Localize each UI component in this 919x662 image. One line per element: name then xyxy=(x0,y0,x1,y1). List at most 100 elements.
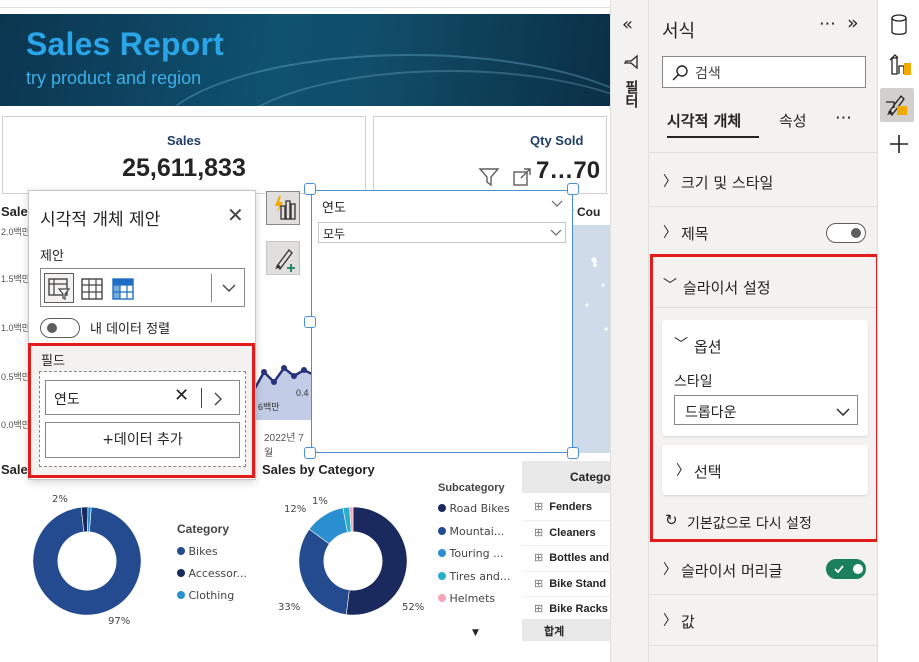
options-label[interactable]: 옵션 xyxy=(694,336,722,357)
format-visual-button[interactable] xyxy=(266,241,300,275)
map-area xyxy=(573,225,610,453)
suggest-label: 제안 xyxy=(40,249,64,264)
search-placeholder: 검색 xyxy=(695,66,721,82)
section-size-style[interactable]: 〉 크기 및 스타일 xyxy=(649,157,877,207)
tab-general[interactable]: 속성 xyxy=(779,110,807,131)
visual-suggestion-button[interactable] xyxy=(266,191,300,225)
close-icon[interactable]: ✕ xyxy=(227,203,244,227)
donut1-label: 97% xyxy=(108,616,131,627)
resize-handle[interactable] xyxy=(567,183,579,195)
style-dropdown[interactable]: 드롭다운 xyxy=(674,395,858,425)
focus-mode-icon[interactable] xyxy=(512,167,532,187)
category-matrix[interactable]: Catego ⊞ Fenders ⊞ Cleaners ⊞ Bottles and ⊞… xyxy=(522,461,610,641)
report-banner: Sales Report try product and region xyxy=(0,14,610,106)
year-slicer[interactable]: 연도 모두 xyxy=(311,190,573,453)
legend-item[interactable]: Touring ... xyxy=(438,543,522,566)
donut2-title: Sales by Category xyxy=(262,462,375,477)
table-row[interactable]: ⊞ Bottles and xyxy=(522,546,610,572)
more-tabs-icon[interactable]: ⋯ xyxy=(835,108,852,128)
donut2-legend: Road Bikes Mountai... Touring ... Tires … xyxy=(438,498,522,611)
qty-card-value: 7…70 xyxy=(536,157,601,184)
chevron-right-icon[interactable] xyxy=(212,391,224,407)
scroll-down-icon[interactable]: ▼ xyxy=(472,628,479,638)
sort-data-toggle[interactable] xyxy=(40,318,80,338)
legend-item[interactable]: Mountai... xyxy=(438,521,522,544)
donut2-legend-title: Subcategory xyxy=(438,482,505,494)
title-toggle[interactable] xyxy=(826,223,866,243)
chevron-down-icon[interactable]: ﹀ xyxy=(663,275,677,295)
resize-handle[interactable] xyxy=(304,447,316,459)
slicer-dropdown[interactable]: 모두 xyxy=(318,222,566,243)
chevron-right-icon: 〉 xyxy=(676,463,690,479)
reset-to-default[interactable]: 기본값으로 다시 설정 xyxy=(687,513,812,533)
section-label: 값 xyxy=(681,613,695,631)
table-visual-icon[interactable] xyxy=(81,278,103,300)
donut-chart-category[interactable]: Sale 2% 97% Category Bikes Accessor... C… xyxy=(0,458,256,658)
chevron-down-icon[interactable] xyxy=(835,406,851,418)
filter-icon[interactable] xyxy=(478,167,500,187)
legend-item[interactable]: Bikes xyxy=(177,541,247,563)
section-title[interactable]: 〉 제목 xyxy=(649,208,877,258)
line-data-label: 6백만 xyxy=(258,402,280,412)
section-label: 크기 및 스타일 xyxy=(681,174,774,192)
report-title: Sales Report xyxy=(26,26,225,62)
table-row[interactable]: ⊞ Cleaners xyxy=(522,521,610,546)
suggestion-picker[interactable] xyxy=(40,268,245,307)
map-visual[interactable]: y Cou xyxy=(567,200,610,454)
donut-chart-subcategory[interactable]: Sales by Category 1% 12% 33% 52% Subcate… xyxy=(260,458,522,658)
legend-item[interactable]: Road Bikes xyxy=(438,498,522,521)
y-tick: 1.0백만 xyxy=(1,323,31,333)
format-pane: 서식 ⋯ » 검색 시각적 개체 속성 ⋯ 〉 크기 및 스타일 〉 제목 ﹀ … xyxy=(649,0,879,662)
chevron-down-icon[interactable] xyxy=(550,199,564,209)
chevron-down-icon[interactable] xyxy=(549,228,563,238)
y-tick: 1.5백만 xyxy=(1,274,31,284)
y-tick: 2.0백만 xyxy=(1,227,31,237)
donut1-svg xyxy=(32,506,142,616)
remove-field-icon[interactable]: ✕ xyxy=(174,385,189,406)
slicer-settings-label[interactable]: 슬라이서 설정 xyxy=(683,277,771,298)
filter-pane-collapsed[interactable]: « 필터 xyxy=(610,0,649,662)
reset-icon[interactable]: ↻ xyxy=(665,511,678,529)
y-tick: 0.0백만 xyxy=(1,420,31,430)
legend-item[interactable]: Accessor... xyxy=(177,563,247,585)
slicer-visual-icon[interactable] xyxy=(44,273,74,303)
donut1-label: 2% xyxy=(52,494,68,505)
build-visual-icon[interactable] xyxy=(887,52,913,78)
legend-item[interactable]: Tires and... xyxy=(438,566,522,589)
slicer-header-toggle[interactable] xyxy=(826,559,866,579)
slicer-settings-highlight: ﹀ 슬라이서 설정 ﹀ 옵션 스타일 드롭다운 〉 선택 ↻ 기본값으로 다시 … xyxy=(650,254,879,542)
more-options-icon[interactable]: ⋯ xyxy=(819,14,836,34)
search-box[interactable]: 검색 xyxy=(662,56,866,88)
section-label: 제목 xyxy=(681,225,709,243)
section-label: 슬라이서 머리글 xyxy=(681,562,783,580)
add-icon[interactable] xyxy=(888,133,910,155)
format-visual-icon[interactable] xyxy=(880,88,914,122)
fields-label: 필드 xyxy=(41,354,65,369)
resize-handle[interactable] xyxy=(567,447,579,459)
resize-handle[interactable] xyxy=(304,316,316,328)
resize-handle[interactable] xyxy=(304,183,316,195)
section-slicer-header[interactable]: 〉 슬라이서 머리글 xyxy=(649,545,877,595)
legend-item[interactable]: Clothing xyxy=(177,585,247,607)
selection-card[interactable]: 〉 선택 xyxy=(662,445,868,495)
chevron-down-icon[interactable] xyxy=(221,282,237,294)
legend-item[interactable]: Helmets xyxy=(438,588,522,611)
donut2-svg xyxy=(298,506,408,616)
data-pane-icon[interactable] xyxy=(889,14,909,36)
donut2-label: 33% xyxy=(278,602,301,613)
matrix-visual-icon[interactable] xyxy=(112,278,134,300)
popup-title: 시각적 개체 제안 xyxy=(40,210,161,230)
qty-card-title: Qty Sold xyxy=(530,133,584,148)
expand-filters-icon[interactable]: « xyxy=(622,14,633,35)
field-pill[interactable]: 연도 ✕ xyxy=(45,380,240,415)
line-chart-title: Sale xyxy=(1,204,28,219)
tab-visual[interactable]: 시각적 개체 xyxy=(667,110,741,131)
slicer-dropdown-value: 모두 xyxy=(323,227,346,241)
collapse-pane-icon[interactable]: » xyxy=(847,12,859,34)
add-data-button[interactable]: +데이터 추가 xyxy=(45,422,240,458)
table-row[interactable]: ⊞ Bike Stand xyxy=(522,572,610,597)
sales-card-title: Sales xyxy=(167,133,201,148)
chevron-down-icon[interactable]: ﹀ xyxy=(674,334,688,354)
section-values[interactable]: 〉 값 xyxy=(649,596,877,646)
table-row[interactable]: ⊞ Fenders xyxy=(522,495,610,521)
